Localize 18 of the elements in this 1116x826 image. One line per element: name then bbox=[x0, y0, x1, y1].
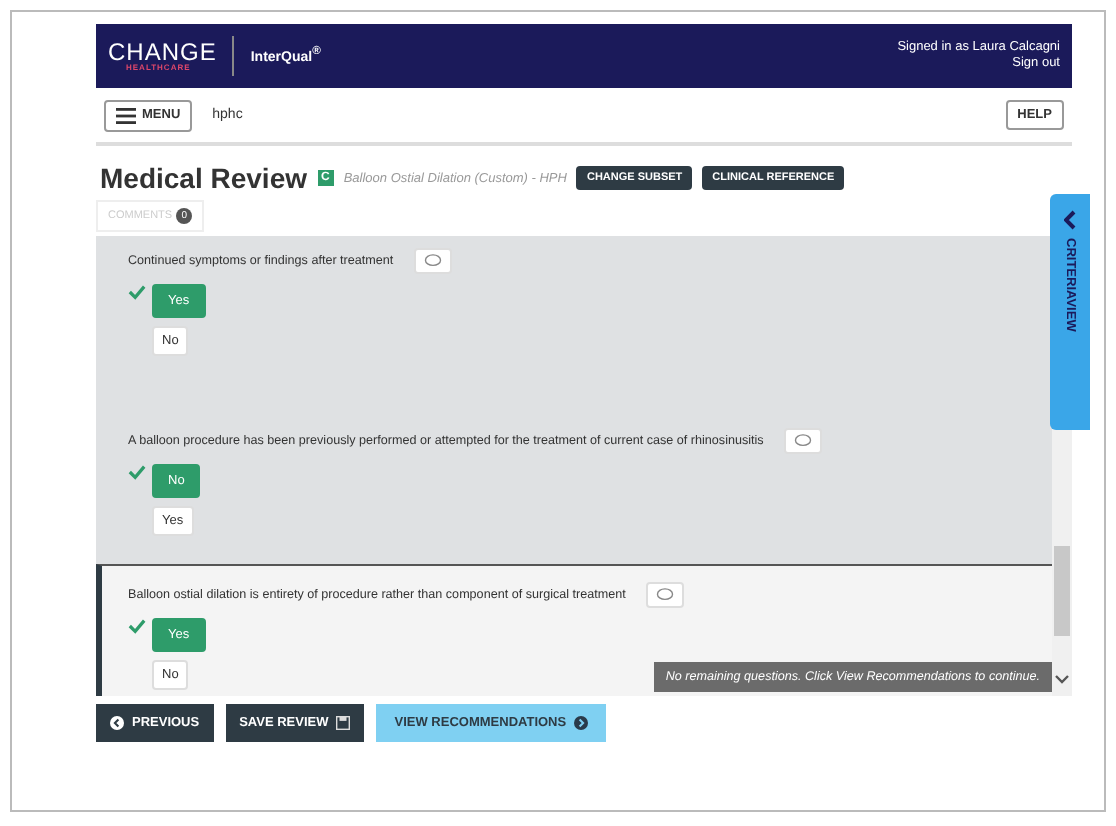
check-icon bbox=[128, 464, 146, 480]
scrollbar-thumb[interactable] bbox=[1054, 546, 1070, 636]
speech-bubble-icon bbox=[423, 254, 442, 268]
comment-button[interactable] bbox=[783, 428, 822, 454]
comment-button[interactable] bbox=[645, 582, 684, 608]
menu-icon bbox=[116, 107, 136, 123]
check-icon bbox=[128, 284, 146, 300]
comment-button[interactable] bbox=[413, 248, 452, 274]
chevron-icon bbox=[1064, 210, 1076, 230]
logo-text: CHANGE bbox=[108, 40, 217, 64]
circle-arrow-icon bbox=[574, 716, 589, 730]
check-icon bbox=[128, 618, 146, 634]
speech-bubble-icon bbox=[655, 588, 674, 602]
speech-bubble-icon bbox=[793, 434, 812, 448]
page-title: Medical Review bbox=[100, 162, 307, 194]
circle-arrow-icon bbox=[110, 716, 124, 730]
scroll-down-icon[interactable] bbox=[1054, 674, 1070, 684]
save-icon bbox=[336, 716, 351, 730]
